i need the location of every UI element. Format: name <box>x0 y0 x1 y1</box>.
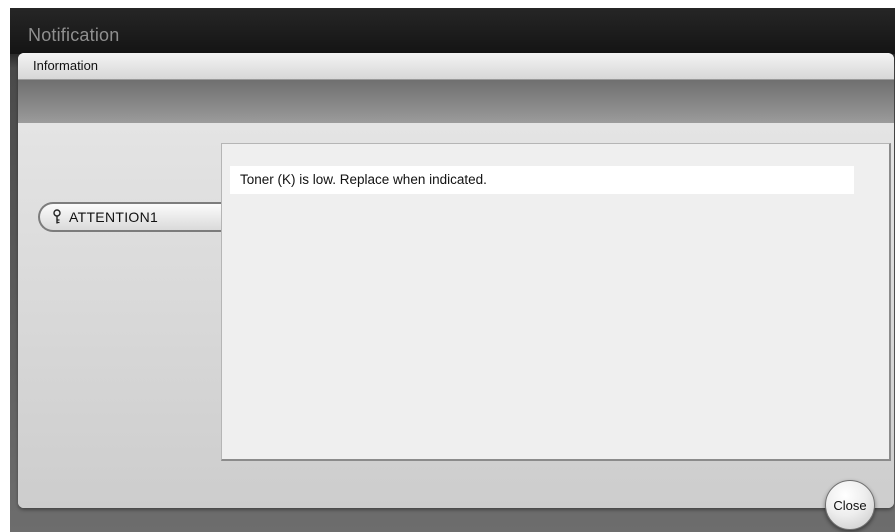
message-text: Toner (K) is low. Replace when indicated… <box>230 166 854 194</box>
message-area: Toner (K) is low. Replace when indicated… <box>221 143 891 461</box>
panel-toolbar-band <box>18 80 894 123</box>
key-icon <box>52 209 62 225</box>
window-title: Notification <box>28 25 120 45</box>
information-panel: Information ATTENTION1 Toner (K) is low.… <box>18 53 894 508</box>
close-button[interactable]: Close <box>825 480 875 530</box>
notification-screen: Notification Information ATTENTION1 Tone… <box>10 8 895 532</box>
title-bar: Notification <box>10 8 895 54</box>
panel-header: Information <box>18 53 894 80</box>
tab-attention1-label: ATTENTION1 <box>69 209 159 225</box>
tab-attention1[interactable]: ATTENTION1 <box>38 202 248 232</box>
panel-header-label: Information <box>33 58 99 73</box>
